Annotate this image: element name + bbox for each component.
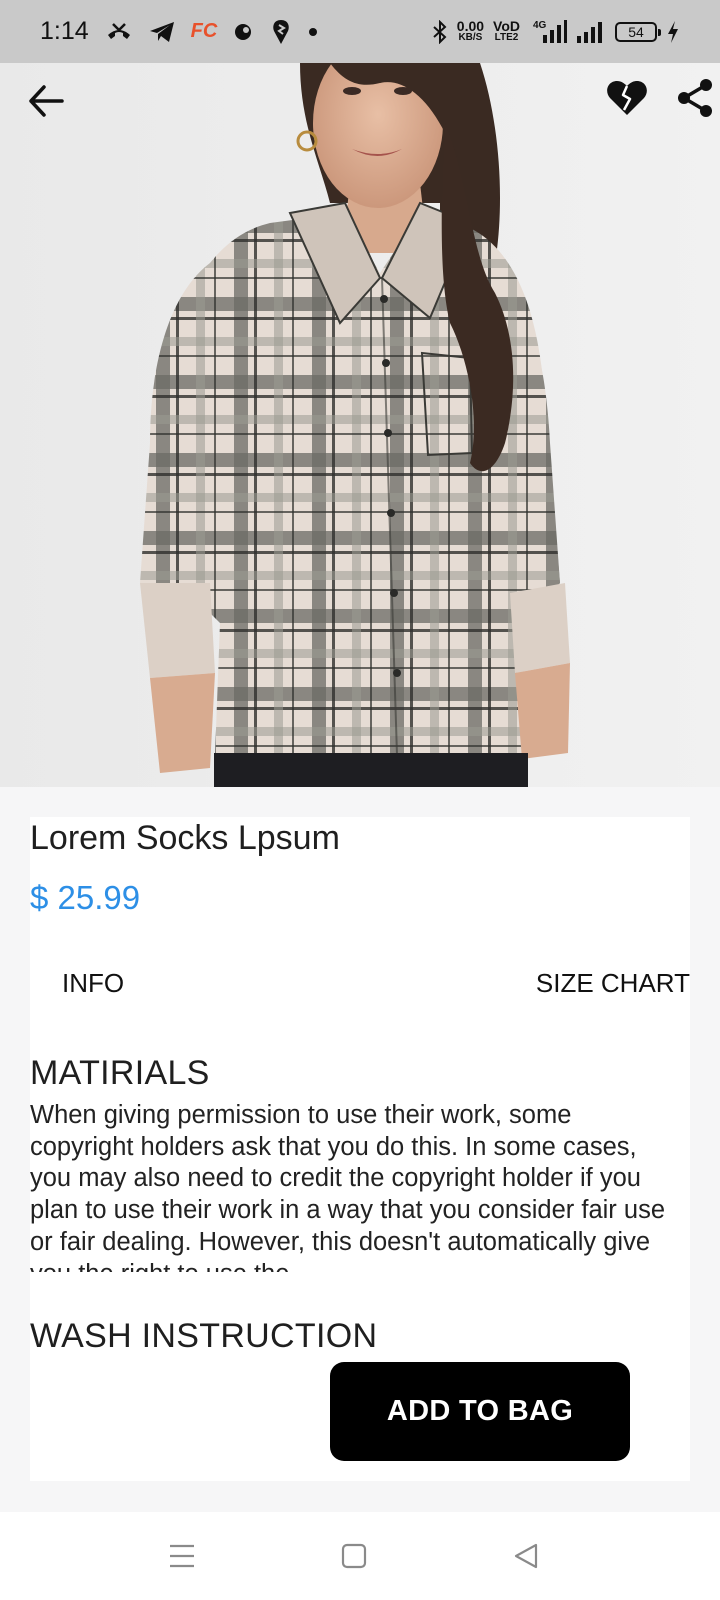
battery-level: 54 — [628, 23, 644, 40]
product-title: Lorem Socks Lpsum — [30, 819, 340, 857]
broken-heart-icon — [607, 81, 647, 115]
product-image[interactable] — [0, 63, 720, 787]
fc-app-icon: FC — [190, 20, 218, 42]
missed-call-icon — [105, 21, 133, 43]
wishlist-button[interactable] — [602, 73, 652, 123]
system-nav-bar — [0, 1512, 720, 1600]
net-speed: 0.00 KB/S — [456, 17, 485, 43]
home-square-icon — [341, 1543, 367, 1569]
detail-tabs: INFO SIZE CHART — [30, 957, 690, 1009]
tab-info[interactable]: INFO — [62, 957, 124, 1009]
menu-icon — [170, 1544, 194, 1568]
status-time: 1:14 — [40, 17, 89, 45]
share-button[interactable] — [670, 73, 720, 123]
share-icon — [678, 79, 712, 117]
back-triangle-icon — [514, 1543, 538, 1569]
back-button[interactable] — [22, 77, 70, 125]
recent-apps-button[interactable] — [154, 1530, 210, 1582]
arrow-left-icon — [29, 85, 64, 117]
bluetooth-icon — [432, 19, 448, 44]
product-detail-card: Lorem Socks Lpsum $ 25.99 INFO SIZE CHAR… — [30, 817, 690, 1481]
product-price: $ 25.99 — [30, 879, 141, 916]
network-type: 4G — [533, 20, 547, 31]
add-to-bag-button[interactable]: ADD TO BAG — [330, 1362, 630, 1461]
signal-icon: 4G — [529, 19, 567, 45]
notification-icon — [233, 21, 255, 43]
signal-icon — [576, 20, 606, 44]
volte-indicator: VoD LTE2 — [493, 17, 520, 43]
status-bar: 1:14 FC 0.00 KB/S VoD LTE2 4G 54 — [0, 0, 720, 63]
tab-size-chart[interactable]: SIZE CHART — [536, 957, 690, 1009]
charging-icon — [666, 20, 680, 44]
model-wearing-plaid-shirt — [0, 63, 720, 787]
home-button[interactable] — [326, 1530, 382, 1582]
wash-instruction-heading: WASH INSTRUCTION — [30, 1317, 378, 1355]
telegram-icon — [149, 21, 175, 43]
swiggy-icon — [271, 19, 291, 45]
system-back-button[interactable] — [498, 1530, 554, 1582]
battery-icon: 54 — [615, 21, 661, 42]
materials-description: When giving permission to use their work… — [30, 1101, 665, 1272]
materials-heading: MATIRIALS — [30, 1054, 210, 1092]
dot-icon — [307, 26, 319, 38]
